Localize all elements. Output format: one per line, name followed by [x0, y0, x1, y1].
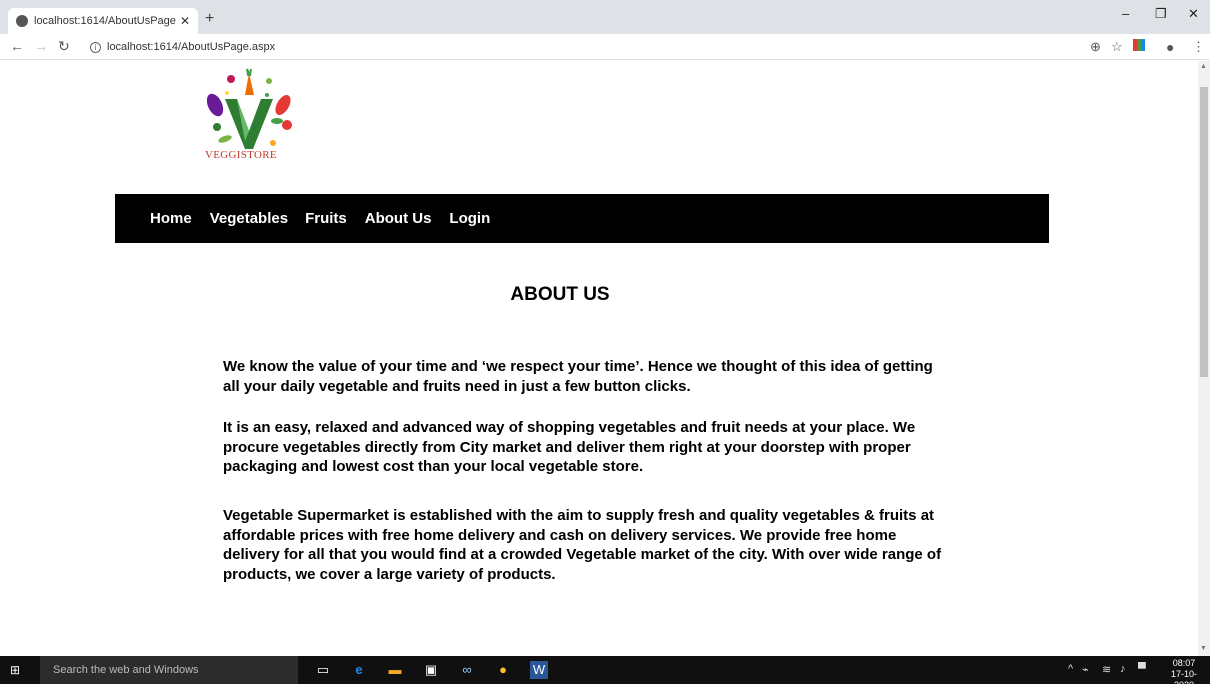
extension-icon[interactable]: [1133, 39, 1145, 51]
clock-time: 08:07: [1172, 658, 1196, 668]
maximize-button[interactable]: ❐: [1155, 6, 1167, 22]
windows-taskbar: ⊞ Search the web and Windows ▭ e ▬ ▣ ∞ ●…: [0, 656, 1210, 690]
scroll-up-icon[interactable]: ▲: [1200, 63, 1207, 70]
volume-icon[interactable]: ♪: [1120, 663, 1126, 675]
address-bar[interactable]: i localhost:1614/AboutUsPage.aspx: [90, 37, 1070, 57]
tray-chevron-icon[interactable]: ^: [1068, 663, 1073, 675]
forward-icon[interactable]: →: [34, 38, 48, 54]
scroll-down-icon[interactable]: ▼: [1200, 645, 1207, 652]
nav-about-us[interactable]: About Us: [365, 210, 432, 227]
profile-icon[interactable]: ●: [1166, 39, 1174, 55]
info-icon[interactable]: i: [90, 41, 101, 53]
infinity-app-icon[interactable]: ∞: [458, 661, 476, 679]
back-icon[interactable]: ←: [10, 38, 24, 54]
edge-icon[interactable]: e: [350, 661, 368, 679]
tab-title: localhost:1614/AboutUsPage.asp: [34, 15, 176, 27]
browser-toolbar: ← → ↻ i localhost:1614/AboutUsPage.aspx …: [0, 34, 1210, 60]
taskbar-clock[interactable]: 08:07 17-10-2020: [1164, 658, 1204, 691]
nav-login[interactable]: Login: [449, 210, 490, 227]
scroll-thumb[interactable]: [1200, 87, 1208, 377]
tab-strip: localhost:1614/AboutUsPage.asp ✕ + – ❐ ✕: [0, 0, 1210, 34]
task-view-icon[interactable]: ▭: [314, 661, 332, 679]
about-paragraph-3: Vegetable Supermarket is established wit…: [223, 507, 942, 583]
minimize-button[interactable]: –: [1122, 6, 1129, 21]
windows-start-icon[interactable]: ⊞: [10, 664, 22, 676]
page-title: ABOUT US: [510, 284, 610, 305]
bookmark-star-icon[interactable]: ☆: [1111, 39, 1123, 55]
page-viewport: VEGGISTORE Home Vegetables Fruits About …: [0, 61, 1198, 656]
reload-icon[interactable]: ↻: [58, 38, 70, 55]
store-icon[interactable]: ▣: [422, 661, 440, 679]
url-text: localhost:1614/AboutUsPage.aspx: [107, 41, 276, 53]
logo-text: VEGGISTORE: [205, 149, 277, 161]
about-paragraph-2: It is an easy, relaxed and advanced way …: [223, 419, 916, 475]
network-icon[interactable]: ⌁: [1082, 663, 1089, 676]
file-explorer-icon[interactable]: ▬: [386, 661, 404, 679]
word-icon[interactable]: W: [530, 661, 548, 679]
clock-date: 17-10-2020: [1170, 669, 1197, 690]
main-navbar: Home Vegetables Fruits About Us Login: [115, 194, 1049, 243]
browser-tab[interactable]: localhost:1614/AboutUsPage.asp ✕: [8, 8, 198, 34]
chrome-icon[interactable]: ●: [494, 661, 512, 679]
about-paragraph-1: We know the value of your time and ‘we r…: [223, 358, 933, 395]
close-tab-icon[interactable]: ✕: [180, 14, 190, 28]
close-window-button[interactable]: ✕: [1188, 6, 1199, 22]
new-tab-button[interactable]: +: [205, 10, 214, 28]
page-scrollbar[interactable]: ▲ ▼: [1198, 61, 1210, 656]
nav-vegetables[interactable]: Vegetables: [210, 210, 288, 227]
wifi-icon[interactable]: ≋: [1102, 663, 1111, 676]
notification-icon[interactable]: ▀: [1138, 663, 1146, 675]
taskbar-search[interactable]: Search the web and Windows: [40, 656, 298, 684]
nav-home[interactable]: Home: [150, 210, 192, 227]
globe-icon: [16, 15, 28, 27]
zoom-icon[interactable]: ⊕: [1090, 39, 1101, 55]
nav-fruits[interactable]: Fruits: [305, 210, 347, 227]
menu-kebab-icon[interactable]: ⋮: [1192, 39, 1205, 55]
